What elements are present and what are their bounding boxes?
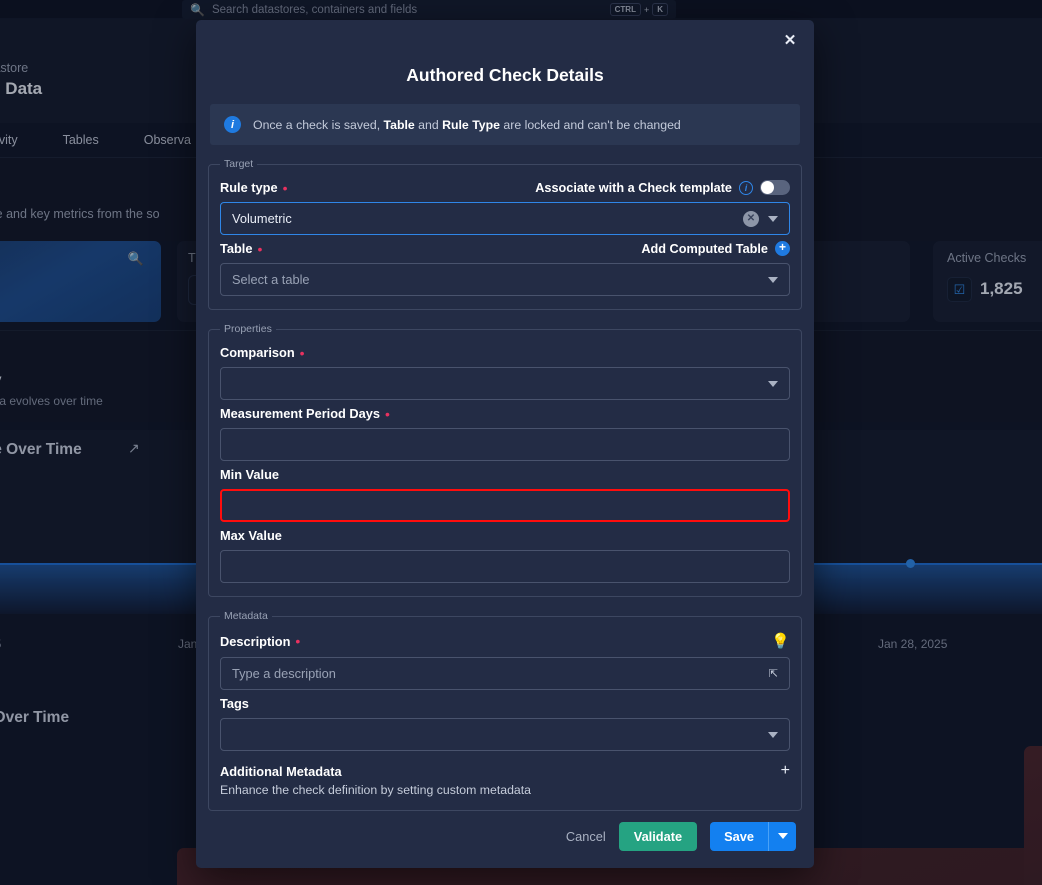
description-input[interactable]: Type a description ⇱: [220, 657, 790, 690]
chevron-down-icon[interactable]: [768, 276, 778, 283]
table-select[interactable]: Select a table: [220, 263, 790, 296]
banner-text-3: are locked and can't be changed: [499, 117, 681, 132]
tags-label-row: Tags: [220, 696, 790, 711]
toggle-knob: [761, 181, 774, 194]
banner-text-1: Once a check is saved,: [253, 117, 384, 132]
save-button-group: Save: [710, 821, 796, 851]
associate-template-group: Associate with a Check template i: [535, 180, 790, 195]
chevron-down-icon[interactable]: [768, 215, 778, 222]
description-required-marker: •: [295, 633, 301, 649]
banner-bold-table: Table: [383, 117, 415, 132]
additional-metadata-label: Additional Metadata: [220, 763, 342, 779]
rule-type-value: Volumetric: [232, 211, 292, 226]
measurement-period-required-marker: •: [385, 405, 390, 422]
comparison-label-row: Comparison •: [220, 345, 790, 360]
expand-icon[interactable]: ⇱: [769, 667, 778, 680]
additional-metadata-add-group: +: [781, 763, 790, 779]
dialog-title: Authored Check Details: [406, 65, 604, 85]
description-placeholder: Type a description: [232, 666, 336, 681]
chevron-down-icon[interactable]: [768, 380, 778, 387]
table-label-row: Table • Add Computed Table +: [220, 241, 790, 256]
target-legend: Target: [224, 158, 254, 170]
max-value-label-row: Max Value: [220, 528, 790, 543]
rule-type-required-marker: •: [282, 179, 288, 196]
authored-check-details-dialog: ✕ Authored Check Details i Once a check …: [196, 20, 814, 868]
rule-type-select[interactable]: Volumetric ✕: [220, 202, 790, 235]
comparison-select-controls: [768, 380, 778, 387]
min-value-input[interactable]: [220, 489, 790, 522]
target-section: Target Rule type • Associate with a Chec…: [208, 158, 802, 310]
min-value-label-row: Min Value: [220, 467, 790, 482]
comparison-select[interactable]: [220, 367, 790, 400]
max-value-input[interactable]: [220, 550, 790, 583]
save-dropdown-button[interactable]: [768, 821, 796, 851]
rule-type-label: Rule type: [220, 180, 278, 195]
tags-select-controls: [768, 731, 778, 738]
banner-text-2: and: [414, 117, 443, 132]
comparison-label: Comparison: [220, 345, 295, 360]
cancel-button[interactable]: Cancel: [566, 829, 606, 844]
associate-template-label: Associate with a Check template: [535, 180, 732, 195]
description-controls: ⇱: [769, 667, 778, 680]
validate-button[interactable]: Validate: [618, 821, 698, 851]
locked-fields-banner: i Once a check is saved, Table and Rule …: [210, 104, 800, 145]
measurement-period-label-row: Measurement Period Days •: [220, 406, 790, 421]
lightbulb-icon[interactable]: 💡: [771, 632, 790, 650]
rule-type-select-controls: ✕: [743, 210, 778, 227]
plus-icon[interactable]: +: [781, 763, 790, 779]
banner-bold-ruletype: Rule Type: [442, 117, 500, 132]
metadata-legend: Metadata: [224, 610, 268, 622]
measurement-period-input[interactable]: [220, 428, 790, 461]
chevron-down-icon[interactable]: [768, 731, 778, 738]
plus-circle-icon[interactable]: +: [775, 241, 790, 256]
additional-metadata-row: Additional Metadata +: [220, 763, 790, 779]
description-hint-group: 💡: [771, 632, 790, 650]
table-label: Table: [220, 241, 253, 256]
close-icon[interactable]: ✕: [778, 28, 802, 52]
dialog-footer: Cancel Validate Save: [196, 804, 814, 868]
rule-type-label-row: Rule type • Associate with a Check templ…: [220, 180, 790, 195]
max-value-label: Max Value: [220, 528, 282, 543]
add-computed-table-group[interactable]: Add Computed Table +: [641, 241, 790, 256]
add-computed-table-label: Add Computed Table: [641, 241, 768, 256]
measurement-period-label: Measurement Period Days: [220, 406, 381, 421]
description-label: Description: [220, 633, 291, 649]
save-button[interactable]: Save: [710, 821, 768, 851]
tags-label: Tags: [220, 696, 249, 711]
comparison-required-marker: •: [299, 344, 305, 361]
table-required-marker: •: [257, 240, 263, 257]
table-placeholder: Select a table: [232, 272, 310, 287]
banner-text: Once a check is saved, Table and Rule Ty…: [253, 118, 681, 132]
app-root: 🔍 Search datastores, containers and fiel…: [0, 0, 1042, 885]
chevron-down-icon: [777, 833, 788, 839]
associate-template-toggle[interactable]: [760, 180, 790, 195]
clear-circle-icon[interactable]: ✕: [743, 210, 759, 227]
metadata-section: Metadata Description • 💡 Type a descript…: [208, 610, 802, 811]
tags-select[interactable]: [220, 718, 790, 751]
info-circle-icon[interactable]: i: [739, 180, 753, 195]
table-select-controls: [768, 276, 778, 283]
min-value-label: Min Value: [220, 467, 280, 482]
properties-section: Properties Comparison • Measurement Peri…: [208, 323, 802, 597]
info-icon: i: [224, 116, 241, 133]
properties-legend: Properties: [224, 323, 272, 335]
dialog-body: i Once a check is saved, Table and Rule …: [196, 104, 814, 811]
description-label-row: Description • 💡: [220, 632, 790, 650]
additional-metadata-sub: Enhance the check definition by setting …: [220, 783, 532, 797]
